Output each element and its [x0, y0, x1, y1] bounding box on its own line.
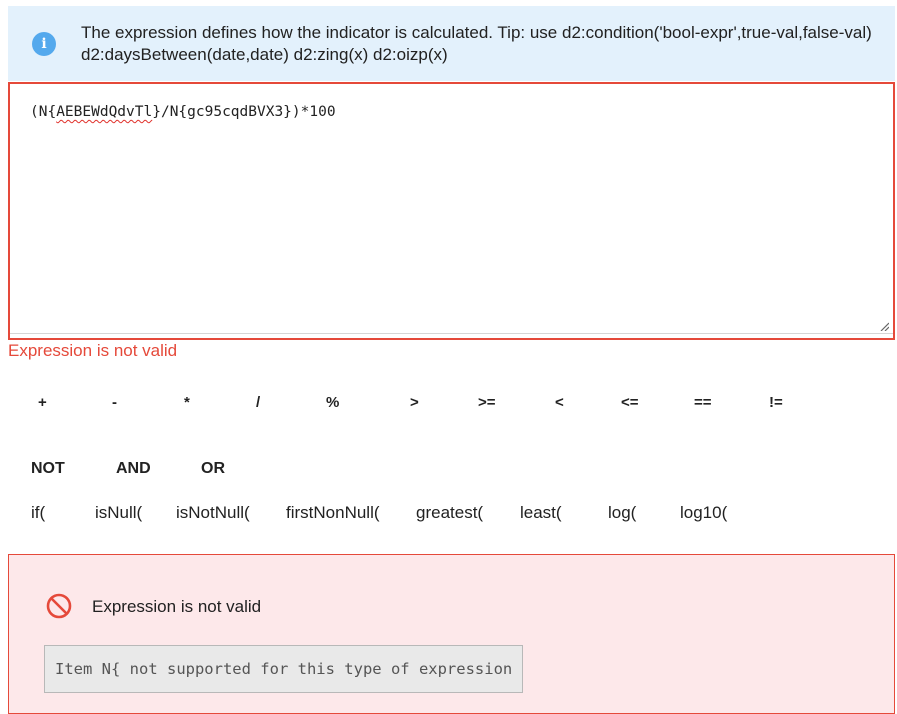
info-icon: i [32, 32, 56, 56]
validation-error-box: Expression is not valid Item N{ not supp… [8, 554, 895, 714]
operator-less-equal-button[interactable]: <= [621, 394, 639, 411]
operator-minus-button[interactable]: - [112, 394, 117, 411]
operator-not-equal-button[interactable]: != [769, 394, 783, 411]
operator-plus-button[interactable]: + [38, 394, 47, 411]
operator-greater-equal-button[interactable]: >= [478, 394, 496, 411]
tip-text: The expression defines how the indicator… [81, 23, 872, 64]
error-title: Expression is not valid [92, 597, 262, 616]
function-log-button[interactable]: log( [608, 503, 636, 523]
logic-or-button[interactable]: OR [201, 460, 225, 478]
operator-divide-button[interactable]: / [256, 394, 260, 411]
expression-part: (N{ [30, 104, 57, 120]
operator-greater-button[interactable]: > [410, 394, 419, 411]
function-if-button[interactable]: if( [31, 503, 45, 523]
editor-divider [10, 333, 893, 334]
function-greatest-button[interactable]: greatest( [416, 503, 483, 523]
function-firstnonnull-button[interactable]: firstNonNull( [286, 503, 380, 523]
operator-less-button[interactable]: < [555, 394, 564, 411]
logic-and-button[interactable]: AND [116, 460, 151, 478]
expression-tip-box: i The expression defines how the indicat… [8, 6, 895, 81]
function-log10-button[interactable]: log10( [680, 503, 727, 523]
function-isnull-button[interactable]: isNull( [95, 503, 142, 523]
function-buttons: if( isNull( isNotNull( firstNonNull( gre… [0, 503, 760, 527]
expression-part: }/N{gc95cqdBVX3})*100 [152, 104, 336, 120]
inline-error-message: Expression is not valid [8, 341, 178, 360]
resize-handle-icon[interactable] [879, 321, 889, 331]
operator-multiply-button[interactable]: * [184, 394, 190, 411]
expression-editor[interactable]: (N{AEBEWdQdvTl}/N{gc95cqdBVX3})*100 [8, 82, 895, 340]
operator-buttons: + - * / % > >= < <= == != [8, 394, 838, 418]
function-least-button[interactable]: least( [520, 503, 562, 523]
logic-not-button[interactable]: NOT [31, 460, 65, 478]
expression-text[interactable]: (N{AEBEWdQdvTl}/N{gc95cqdBVX3})*100 [30, 104, 336, 120]
operator-modulo-button[interactable]: % [326, 394, 339, 411]
logical-operator-buttons: NOT AND OR [0, 460, 300, 484]
operator-equal-button[interactable]: == [694, 394, 712, 411]
expression-misspelled-part: AEBEWdQdvTl [56, 104, 153, 120]
error-detail-code: Item N{ not supported for this type of e… [44, 645, 524, 693]
function-isnotnull-button[interactable]: isNotNull( [176, 503, 250, 523]
error-circle-icon [46, 593, 72, 619]
